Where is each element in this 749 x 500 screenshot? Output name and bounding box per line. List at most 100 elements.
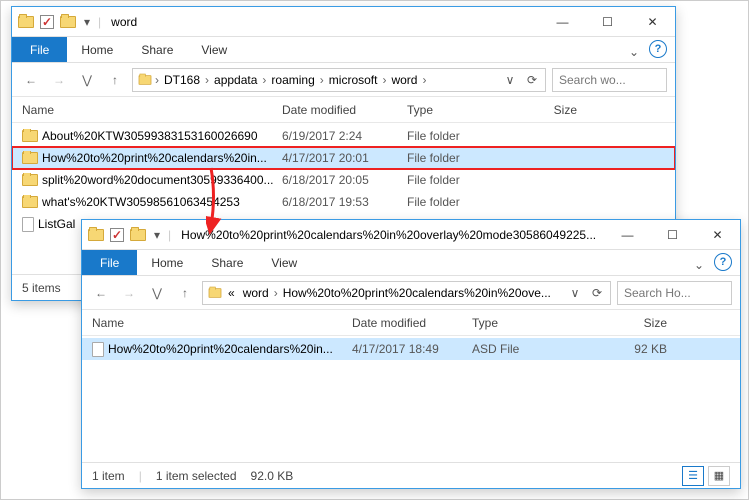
titlebar[interactable]: ✓ ▾ | How%20to%20print%20calendars%20in%… <box>82 220 740 250</box>
forward-button[interactable]: → <box>118 282 140 304</box>
maximize-button[interactable]: ☐ <box>585 7 630 37</box>
close-button[interactable]: ✕ <box>630 7 675 37</box>
column-header-name[interactable]: Name <box>22 103 282 117</box>
forward-button[interactable]: → <box>48 69 70 91</box>
up-button[interactable]: ↑ <box>174 282 196 304</box>
column-header-name[interactable]: Name <box>92 316 352 330</box>
ribbon-file-tab[interactable]: File <box>82 250 137 275</box>
crumb-sep-icon: › <box>320 73 324 87</box>
qat-overflow[interactable]: ▾ <box>82 15 92 29</box>
list-item[interactable]: How%20to%20print%20calendars%20in...4/17… <box>82 338 740 360</box>
status-item-count: 5 items <box>22 281 61 295</box>
column-header-type[interactable]: Type <box>407 103 507 117</box>
breadcrumb-item[interactable]: word <box>240 286 272 300</box>
help-icon[interactable]: ? <box>649 40 667 58</box>
breadcrumb-item[interactable]: microsoft <box>326 73 381 87</box>
titlebar[interactable]: ✓ ▾ | word — ☐ ✕ <box>12 7 675 37</box>
status-selected-size: 92.0 KB <box>251 469 294 483</box>
list-item[interactable]: what's%20KTW305985610634542536/18/2017 1… <box>12 191 675 213</box>
search-input[interactable]: Search wo... <box>552 68 667 92</box>
item-date: 4/17/2017 18:49 <box>352 342 472 356</box>
refresh-button[interactable]: ⟳ <box>588 284 606 302</box>
folder-icon <box>18 16 34 28</box>
recent-button[interactable]: ⋁ <box>146 282 168 304</box>
help-icon[interactable]: ? <box>714 253 732 271</box>
ribbon-file-tab[interactable]: File <box>12 37 67 62</box>
item-date: 6/18/2017 20:05 <box>282 173 407 187</box>
maximize-button[interactable]: ☐ <box>650 220 695 250</box>
details-view-button[interactable]: ☰ <box>682 466 704 486</box>
ribbon-view-tab[interactable]: View <box>187 37 241 62</box>
folder-icon <box>22 196 38 208</box>
qat-checkbox[interactable]: ✓ <box>110 228 124 242</box>
ribbon: File Home Share View ⌄ ? <box>12 37 675 63</box>
ribbon-view-tab[interactable]: View <box>257 250 311 275</box>
breadcrumb-prefix[interactable]: « <box>225 286 238 300</box>
breadcrumb-item[interactable]: roaming <box>268 73 317 87</box>
minimize-button[interactable]: — <box>605 220 650 250</box>
explorer-window-2: ✓ ▾ | How%20to%20print%20calendars%20in%… <box>81 219 741 489</box>
address-dropdown-button[interactable]: ∨ <box>566 284 584 302</box>
back-button[interactable]: ← <box>20 69 42 91</box>
column-header-date[interactable]: Date modified <box>352 316 472 330</box>
column-header-size[interactable]: Size <box>507 103 587 117</box>
ribbon-share-tab[interactable]: Share <box>197 250 257 275</box>
file-list: How%20to%20print%20calendars%20in...4/17… <box>82 336 740 462</box>
close-button[interactable]: ✕ <box>695 220 740 250</box>
column-header-row: Name Date modified Type Size <box>12 97 675 123</box>
window-title: How%20to%20print%20calendars%20in%20over… <box>171 228 605 242</box>
folder-icon <box>209 288 222 298</box>
back-button[interactable]: ← <box>90 282 112 304</box>
list-item[interactable]: About%20KTW305993831531600266906/19/2017… <box>12 125 675 147</box>
file-icon <box>92 342 104 357</box>
folder-icon <box>139 75 152 85</box>
crumb-sep-icon: › <box>274 286 278 300</box>
qat-overflow[interactable]: ▾ <box>152 228 162 242</box>
file-icon <box>22 217 34 232</box>
crumb-sep-icon: › <box>382 73 386 87</box>
item-type: ASD File <box>472 342 587 356</box>
thumbnails-view-button[interactable]: ▦ <box>708 466 730 486</box>
search-input[interactable]: Search Ho... <box>617 281 732 305</box>
column-header-type[interactable]: Type <box>472 316 587 330</box>
ribbon-expand-button[interactable]: ⌄ <box>690 256 708 274</box>
item-date: 4/17/2017 20:01 <box>282 151 407 165</box>
address-bar[interactable]: › DT168 › appdata › roaming › microsoft … <box>132 68 546 92</box>
refresh-button[interactable]: ⟳ <box>523 71 541 89</box>
window-title: word <box>101 15 540 29</box>
ribbon-expand-button[interactable]: ⌄ <box>625 43 643 61</box>
list-item[interactable]: split%20word%20document30599336400...6/1… <box>12 169 675 191</box>
ribbon-share-tab[interactable]: Share <box>127 37 187 62</box>
list-item[interactable]: How%20to%20print%20calendars%20in...4/17… <box>12 147 675 169</box>
crumb-sep-icon: › <box>155 73 159 87</box>
crumb-sep-icon: › <box>422 73 426 87</box>
folder-icon <box>22 174 38 186</box>
item-name: About%20KTW30599383153160026690 <box>22 129 282 143</box>
ribbon: File Home Share View ⌄ ? <box>82 250 740 276</box>
recent-button[interactable]: ⋁ <box>76 69 98 91</box>
address-dropdown-button[interactable]: ∨ <box>501 71 519 89</box>
item-type: File folder <box>407 173 507 187</box>
status-item-count: 1 item <box>92 469 125 483</box>
column-header-date[interactable]: Date modified <box>282 103 407 117</box>
nav-row: ← → ⋁ ↑ « word › How%20to%20print%20cale… <box>82 276 740 310</box>
folder-icon <box>22 130 38 142</box>
minimize-button[interactable]: — <box>540 7 585 37</box>
qat-checkbox[interactable]: ✓ <box>40 15 54 29</box>
nav-row: ← → ⋁ ↑ › DT168 › appdata › roaming › mi… <box>12 63 675 97</box>
item-name: How%20to%20print%20calendars%20in... <box>22 151 282 165</box>
breadcrumb-item[interactable]: How%20to%20print%20calendars%20in%20ove.… <box>280 286 554 300</box>
column-header-size[interactable]: Size <box>587 316 677 330</box>
status-bar: 1 item | 1 item selected 92.0 KB ☰ ▦ <box>82 462 740 488</box>
ribbon-home-tab[interactable]: Home <box>67 37 127 62</box>
up-button[interactable]: ↑ <box>104 69 126 91</box>
item-type: File folder <box>407 195 507 209</box>
item-type: File folder <box>407 129 507 143</box>
breadcrumb-item[interactable]: appdata <box>211 73 260 87</box>
breadcrumb-item[interactable]: word <box>388 73 420 87</box>
item-type: File folder <box>407 151 507 165</box>
address-bar[interactable]: « word › How%20to%20print%20calendars%20… <box>202 281 611 305</box>
ribbon-home-tab[interactable]: Home <box>137 250 197 275</box>
crumb-sep-icon: › <box>262 73 266 87</box>
breadcrumb-item[interactable]: DT168 <box>161 73 203 87</box>
